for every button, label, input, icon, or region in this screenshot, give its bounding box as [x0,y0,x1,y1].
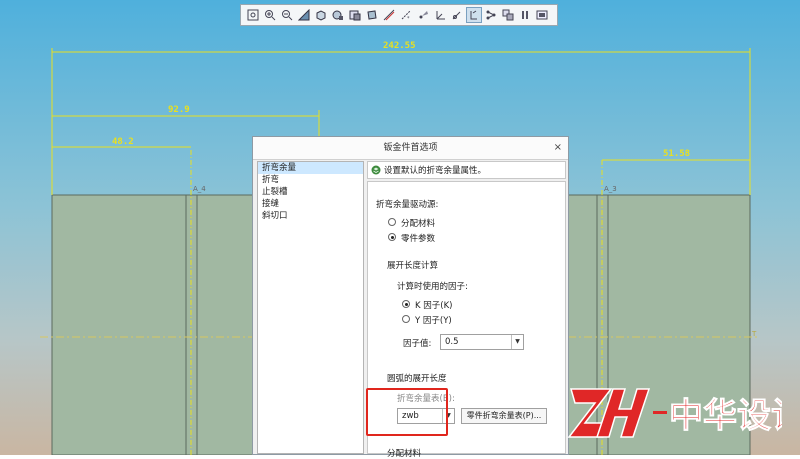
view-plane-icon[interactable] [296,7,312,23]
dimension-left[interactable]: 48.2 [112,137,134,147]
repaint-icon[interactable] [534,7,550,23]
part-bend-table-button[interactable]: 零件折弯余量表(P)... [461,408,547,424]
svg-text:*: * [407,16,410,21]
dialog-title: 钣金件首选项 [383,143,438,153]
radio-part-parameters-label[interactable]: 零件参数 [401,232,435,244]
dimension-right[interactable]: 51.58 [663,149,690,159]
dialog-titlebar[interactable]: 钣金件首选项 × [253,137,568,160]
display-style-icon[interactable] [347,7,363,23]
annotation-icon[interactable] [466,7,482,23]
svg-text:A_4: A_4 [193,185,206,193]
svg-text:A_3: A_3 [604,185,617,193]
radio-assign-material[interactable] [388,218,396,226]
arc-unfold-label: 圆弧的展开长度 [387,374,447,384]
zoom-out-icon[interactable] [279,7,295,23]
csys-icon[interactable] [432,7,448,23]
logo-text: 中华设计 [669,396,782,436]
shade-icon[interactable] [364,7,380,23]
factor-label: 计算时使用的因子: [397,282,468,292]
nav-item-seam[interactable]: 接缝 [258,198,363,210]
radio-y-factor-label[interactable]: Y 因子(Y) [415,314,452,326]
radio-k-factor[interactable] [402,300,410,308]
factor-value-label: 因子值: [403,339,432,349]
drive-source-label: 折弯余量驱动源: [376,200,439,210]
zoom-fit-icon[interactable] [245,7,261,23]
pause-icon[interactable] [517,7,533,23]
zoom-in-icon[interactable] [262,7,278,23]
nav-item-bend[interactable]: 折弯 [258,174,363,186]
dimension-total[interactable]: 242.55 [383,41,416,51]
pane-header: 设置默认的折弯余量属性。 [367,161,566,179]
sketch-icon[interactable] [449,7,465,23]
unfold-length-label: 展开长度计算 [387,261,439,271]
datum-plane-icon[interactable] [381,7,397,23]
close-icon[interactable]: × [554,137,562,159]
zh-design-logo: 中华设计 [567,388,782,438]
saved-view-icon[interactable] [330,7,346,23]
view-toolbar: * [240,4,558,26]
datum-axis-icon[interactable]: * [398,7,414,23]
radio-k-factor-label[interactable]: K 因子(K) [415,299,452,311]
category-list: 折弯余量 折弯 止裂槽 接缝 斜切口 [257,161,364,454]
factor-value-select[interactable]: 0.5 ▼ [440,334,524,350]
settings-icon [371,165,381,175]
nav-item-relief[interactable]: 止裂槽 [258,186,363,198]
cube-view-icon[interactable] [313,7,329,23]
appearance-icon[interactable] [500,7,516,23]
assign-material-label: 分配材料 [387,449,422,459]
spin-center-icon[interactable] [483,7,499,23]
nav-item-bend-allowance[interactable]: 折弯余量 [258,162,363,174]
chevron-down-icon[interactable]: ▼ [511,335,523,349]
radio-assign-material-label[interactable]: 分配材料 [401,217,435,229]
pane-header-text: 设置默认的折弯余量属性。 [384,166,487,176]
datum-point-icon[interactable] [415,7,431,23]
nav-item-miter-cut[interactable]: 斜切口 [258,210,363,222]
dimension-mid[interactable]: 92.9 [168,105,190,115]
radio-part-parameters[interactable] [388,233,396,241]
svg-text:T: T [751,330,757,338]
factor-value: 0.5 [445,337,459,347]
radio-y-factor[interactable] [402,315,410,323]
red-highlight-box [366,388,448,436]
